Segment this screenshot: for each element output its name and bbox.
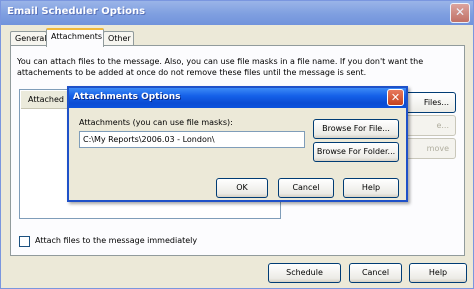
attachments-options-dialog: Attachments Options ✕ Attachments (you c…: [67, 86, 408, 202]
remove-button[interactable]: move: [405, 138, 456, 159]
dialog-titlebar[interactable]: Attachments Options ✕: [69, 88, 406, 108]
cancel-button[interactable]: Cancel: [349, 263, 402, 283]
attachments-field-label: Attachments (you can use file masks):: [79, 118, 233, 127]
attach-immediately-checkbox[interactable]: [19, 236, 30, 247]
window-close-button[interactable]: ✕: [450, 3, 470, 23]
dialog-cancel-button[interactable]: Cancel: [278, 178, 334, 198]
close-icon: ✕: [454, 5, 466, 19]
browse-folder-button[interactable]: Browse For Folder...: [313, 142, 399, 162]
window-titlebar[interactable]: Email Scheduler Options ✕: [1, 1, 473, 25]
attach-immediately-label: Attach files to the message immediately: [35, 236, 198, 245]
dialog-close-button[interactable]: ✕: [387, 89, 404, 106]
window-title: Email Scheduler Options: [7, 6, 146, 17]
attachments-description: You can attach files to the message. Als…: [17, 57, 424, 77]
tab-other[interactable]: Other: [103, 31, 134, 46]
attachments-path-input[interactable]: [79, 131, 305, 148]
browse-file-button[interactable]: Browse For File...: [313, 119, 399, 139]
dialog-help-button[interactable]: Help: [343, 178, 399, 198]
edit-button[interactable]: e...: [405, 115, 456, 136]
close-icon: ✕: [390, 91, 401, 104]
tab-general[interactable]: General: [10, 31, 47, 46]
ok-button[interactable]: OK: [216, 178, 268, 198]
help-button[interactable]: Help: [409, 263, 467, 283]
tab-attachments[interactable]: Attachments: [46, 28, 104, 47]
add-files-button[interactable]: Files...: [405, 92, 456, 113]
schedule-button[interactable]: Schedule: [268, 263, 341, 283]
dialog-title: Attachments Options: [73, 92, 181, 102]
